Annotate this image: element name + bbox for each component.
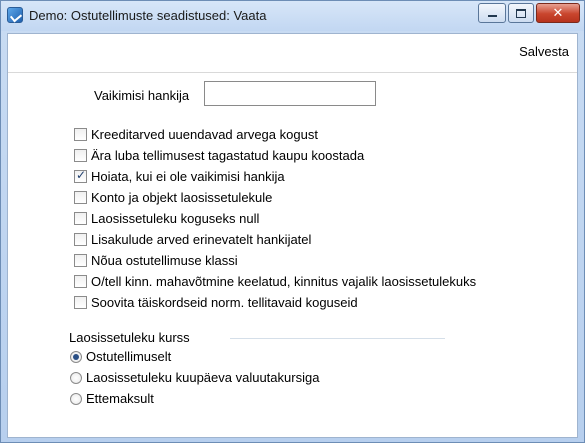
- checkbox-label: Laosissetuleku koguseks null: [91, 211, 260, 226]
- radio-button[interactable]: [70, 372, 82, 384]
- checkbox-label: Soovita täiskordseid norm. tellitavaid k…: [91, 295, 358, 310]
- checkbox-box[interactable]: [74, 191, 87, 204]
- radio-label: Ostutellimuselt: [86, 349, 172, 364]
- app-icon: [7, 7, 23, 23]
- maximize-icon: [516, 8, 526, 18]
- group-divider: [230, 338, 445, 339]
- checkbox-box[interactable]: [74, 149, 87, 162]
- checkbox-box[interactable]: ✓: [74, 168, 87, 183]
- radio-label: Laosissetuleku kuupäeva valuutakursiga: [86, 370, 320, 385]
- checkbox-box[interactable]: [74, 128, 87, 141]
- rate-group-title: Laosissetuleku kurss: [69, 330, 190, 345]
- default-supplier-label: Vaikimisi hankija: [94, 88, 190, 103]
- checkbox-box[interactable]: [74, 275, 87, 288]
- close-button[interactable]: ✕: [536, 3, 580, 23]
- radio-label: Ettemaksult: [86, 391, 154, 406]
- settings-form: Salvesta Vaikimisi hankija Kreeditarved …: [7, 33, 578, 438]
- checkbox-box[interactable]: [74, 296, 87, 309]
- minimize-icon: [487, 14, 497, 17]
- close-icon: ✕: [552, 5, 564, 21]
- default-supplier-input[interactable]: [204, 81, 376, 106]
- checkbox-box[interactable]: [74, 212, 87, 225]
- check-icon: ✓: [76, 168, 87, 182]
- title-bar[interactable]: Demo: Ostutellimuste seadistused: Vaata …: [1, 1, 584, 31]
- checkbox-label: Nõua ostutellimuse klassi: [91, 253, 238, 268]
- checkbox-box[interactable]: [74, 233, 87, 246]
- checkbox-box[interactable]: [74, 254, 87, 267]
- radio-selected-dot: [73, 354, 79, 360]
- checkbox-label: Hoiata, kui ei ole vaikimisi hankija: [91, 169, 285, 184]
- maximize-button[interactable]: [508, 3, 534, 23]
- checkbox-label: Ära luba tellimusest tagastatud kaupu ko…: [91, 148, 365, 163]
- checkbox-label: Konto ja objekt laosissetulekule: [91, 190, 273, 205]
- radio-button[interactable]: [70, 393, 82, 405]
- checkbox-label: O/tell kinn. mahavõtmine keelatud, kinni…: [91, 274, 477, 289]
- checkbox-label: Kreeditarved uuendavad arvega kogust: [91, 127, 318, 142]
- save-button[interactable]: Salvesta: [519, 44, 569, 59]
- toolbar: Salvesta: [8, 34, 577, 73]
- checkbox-label: Lisakulude arved erinevatelt hankijatel: [91, 232, 312, 247]
- radio-button[interactable]: [70, 351, 82, 363]
- window-title: Demo: Ostutellimuste seadistused: Vaata: [29, 8, 267, 23]
- settings-window: Demo: Ostutellimuste seadistused: Vaata …: [0, 0, 585, 443]
- minimize-button[interactable]: [478, 3, 506, 23]
